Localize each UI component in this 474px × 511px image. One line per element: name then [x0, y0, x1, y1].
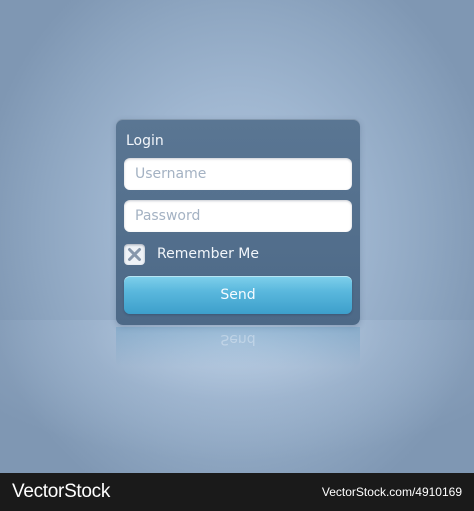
- panel-reflection: Send: [116, 327, 360, 367]
- background-stage: Login Remember Me Send Send: [0, 0, 474, 473]
- password-input[interactable]: [124, 200, 352, 232]
- remember-me-checkbox[interactable]: [124, 243, 145, 265]
- reflection-text: Send: [220, 331, 256, 347]
- footer-image-id: VectorStock.com/4910169: [321, 485, 462, 499]
- remember-me-toggle[interactable]: Remember Me: [124, 243, 259, 265]
- footer-bar: VectorStock VectorStock.com/4910169: [0, 473, 474, 511]
- panel-title: Login: [126, 133, 164, 149]
- username-input[interactable]: [124, 158, 352, 190]
- send-button[interactable]: Send: [124, 276, 352, 314]
- remember-me-label: Remember Me: [157, 246, 259, 262]
- login-panel: Login Remember Me Send: [116, 119, 360, 325]
- close-x-icon: [128, 247, 141, 261]
- footer-logo: VectorStock: [12, 481, 111, 502]
